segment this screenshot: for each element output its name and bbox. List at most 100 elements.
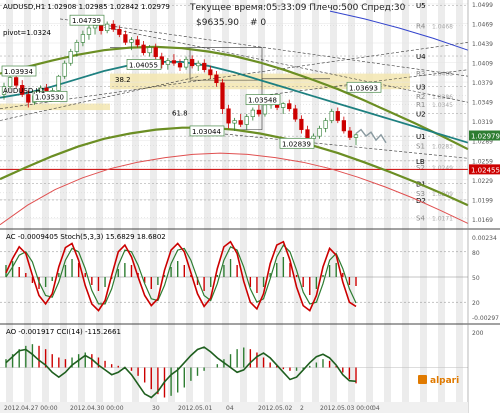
- stoch-axis-label: -0.00297: [472, 315, 499, 322]
- bull-candle: [250, 109, 255, 117]
- axis-tick-label: 1.0469: [472, 21, 493, 28]
- bear-candle: [299, 118, 304, 130]
- bear-candle: [141, 44, 146, 54]
- level-label-r3: R3: [416, 70, 425, 78]
- time-label: Текущее время:05:33:09 Плечо:500 Спред:3…: [189, 3, 406, 13]
- bear-candle: [135, 39, 140, 46]
- bear-candle: [347, 130, 353, 138]
- session-stripe: [96, 0, 103, 413]
- bull-candle: [183, 58, 189, 68]
- stoch-label: AC -0.0009405 Stoch(5,3,3) 15.6829 18.68…: [6, 233, 166, 241]
- axis-tick-label: 1.0229: [472, 178, 493, 185]
- level-label-s1: S1: [416, 142, 425, 150]
- bull-candle: [196, 62, 201, 67]
- bull-candle: [353, 134, 359, 138]
- bear-candle: [256, 109, 262, 115]
- bear-candle: [305, 129, 310, 140]
- pivot-band-left: [0, 103, 110, 111]
- time-axis-label: 2012.04.30 00:00: [70, 405, 124, 412]
- price-tag-label: 1.03044: [192, 128, 221, 136]
- level-label-r1: R1: [416, 101, 425, 109]
- price-tag-label: 1.03934: [4, 68, 33, 76]
- bear-candle: [214, 74, 219, 84]
- time-axis-label: 2012.05.02: [258, 405, 293, 412]
- axis-tick-label: 1.0199: [472, 197, 493, 204]
- fib-label: 61.8: [172, 110, 188, 118]
- level-label-u3: U3: [416, 84, 426, 92]
- axis-tick-label: 1.0499: [472, 2, 493, 9]
- stoch-axis-label: 0.00234: [472, 235, 497, 242]
- bear-candle: [238, 120, 243, 125]
- session-stripe: [384, 0, 391, 413]
- bear-candle: [208, 69, 213, 76]
- bull-candle: [147, 47, 152, 54]
- axis-tick-label: 1.0379: [472, 80, 493, 87]
- bear-candle: [335, 111, 340, 121]
- bear-candle: [287, 103, 292, 110]
- bear-candle: [26, 94, 31, 103]
- session-stripe: [222, 0, 229, 413]
- bear-candle: [226, 108, 231, 124]
- bear-candle: [202, 62, 207, 71]
- axis-tick-label: 1.0349: [472, 100, 493, 107]
- bull-candle: [165, 60, 170, 65]
- axis-tick-label: 1.0409: [472, 61, 493, 68]
- current-price-label: 1.02979: [471, 132, 500, 140]
- bear-candle: [117, 29, 122, 35]
- bull-candle: [92, 25, 98, 29]
- pivot-label: pivot=1.0324: [3, 29, 51, 37]
- level-label-r4: R4: [416, 22, 426, 30]
- level-value-r4: 1.0468: [432, 23, 453, 30]
- price-tag-label: 1.02839: [282, 140, 311, 148]
- price-tag-label: 1.03693: [349, 84, 378, 92]
- time-axis-label: 2012.05.03 00:00: [320, 405, 374, 412]
- bull-candle: [56, 75, 61, 91]
- bull-candle: [329, 111, 334, 121]
- bear-candle: [177, 62, 183, 68]
- time-axis-label: 04: [372, 405, 380, 412]
- bull-candle: [317, 128, 322, 137]
- session-stripe: [456, 0, 463, 413]
- stoch-axis-label: 80: [472, 250, 480, 257]
- level-value-s2: 1.0249: [432, 165, 453, 172]
- time-axis-label: 04: [226, 405, 234, 412]
- session-stripe: [330, 0, 337, 413]
- symbol-short: AUDUSD,H1: [3, 87, 45, 95]
- session-stripe: [78, 0, 85, 413]
- bull-candle: [68, 51, 73, 64]
- balance-label: $9635.90: [196, 18, 239, 28]
- session-stripe: [312, 0, 319, 413]
- level-label-u5: U5: [416, 2, 426, 10]
- trades-label: # 0: [250, 18, 266, 28]
- chart-window: U5R41.0468U4R31.0406U3R21.0386R11.0345U2…: [0, 0, 500, 413]
- chart-canvas[interactable]: U5R41.0468U4R31.0406U3R21.0386R11.0345U2…: [0, 0, 500, 413]
- level-label-u1: U1: [416, 133, 426, 141]
- bear-candle: [153, 47, 158, 57]
- bull-candle: [232, 120, 237, 124]
- level-value-s1: 1.0283: [432, 143, 453, 150]
- bull-candle: [105, 23, 110, 31]
- fib-label: 38.2: [115, 76, 131, 84]
- session-stripe: [420, 0, 427, 413]
- bull-candle: [323, 120, 328, 129]
- price-tag-label: 1.03548: [248, 97, 277, 105]
- session-stripe: [114, 0, 121, 413]
- level-value-s4: 1.0171: [432, 216, 453, 223]
- session-stripe: [402, 0, 409, 413]
- bull-candle: [80, 34, 86, 43]
- bear-candle: [341, 120, 346, 132]
- time-axis: 2012.04.27 00:00 2012.04.30 00:00 30 2012.0…: [0, 402, 468, 413]
- bull-candle: [62, 62, 67, 77]
- bear-candle: [190, 58, 195, 67]
- bull-candle: [86, 27, 92, 35]
- level-label-u2: U2: [416, 110, 426, 118]
- level-value-r1: 1.0345: [432, 102, 453, 109]
- bull-candle: [281, 103, 286, 108]
- bull-candle: [7, 77, 13, 87]
- level-label-s4: S4: [416, 215, 425, 223]
- ao-axis-label: 200: [472, 330, 484, 337]
- session-stripe: [348, 0, 355, 413]
- brand-icon: [418, 375, 427, 384]
- axis-tick-label: 1.0169: [472, 217, 493, 224]
- bear-candle: [293, 108, 298, 120]
